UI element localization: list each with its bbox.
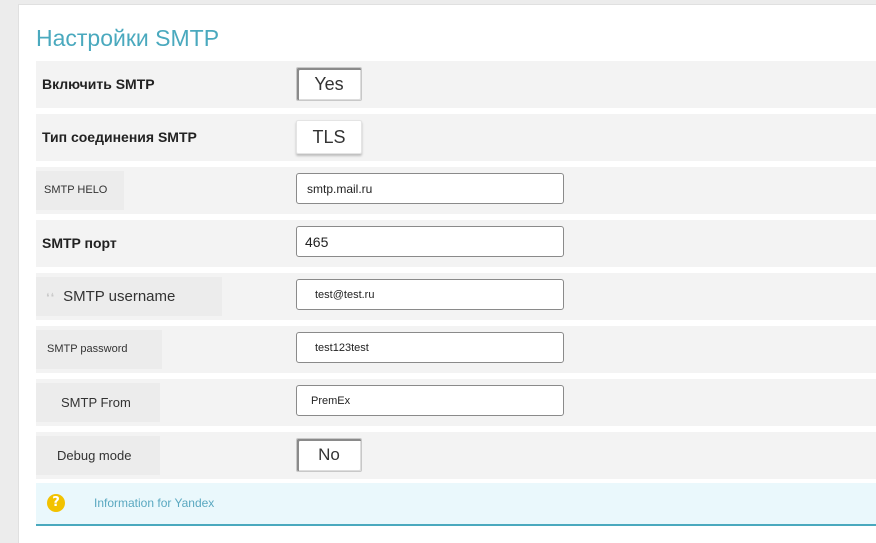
smtp-helo-input[interactable] [296, 173, 564, 204]
row-smtp-username: ❛❛ SMTP username [36, 273, 876, 320]
question-icon: ? [47, 494, 65, 512]
smtp-from-input[interactable] [296, 385, 564, 416]
smtp-password-label: SMTP password [47, 343, 128, 355]
row-smtp-port: SMTP порт [36, 220, 876, 267]
enable-smtp-toggle[interactable]: Yes [296, 67, 362, 101]
row-smtp-password: SMTP password [36, 326, 876, 373]
smtp-settings-panel: Настройки SMTP Включить SMTP Yes Тип сое… [18, 4, 876, 543]
smtp-port-label: SMTP порт [42, 235, 117, 251]
connection-type-label: Тип соединения SMTP [42, 129, 197, 145]
info-bar: ? Information for Yandex [36, 483, 876, 526]
debug-mode-label: Debug mode [57, 448, 132, 463]
page-title: Настройки SMTP [36, 25, 220, 51]
smtp-password-input[interactable] [296, 332, 564, 363]
smtp-helo-label: SMTP HELO [44, 184, 108, 196]
connection-type-select[interactable]: TLS [296, 120, 362, 154]
smtp-username-label: ❛❛ SMTP username [46, 273, 175, 320]
smtp-from-label: SMTP From [61, 395, 131, 410]
row-debug-mode: Debug mode No [36, 432, 876, 479]
info-link[interactable]: Information for Yandex [94, 483, 214, 524]
smtp-username-label-text: SMTP username [63, 288, 176, 305]
smtp-port-input[interactable] [296, 226, 564, 257]
row-smtp-from: SMTP From [36, 379, 876, 426]
row-enable-smtp: Включить SMTP Yes [36, 61, 876, 108]
quote-icon: ❛❛ [46, 292, 56, 304]
smtp-username-input[interactable] [296, 279, 564, 310]
row-smtp-helo: SMTP HELO [36, 167, 876, 214]
enable-smtp-label: Включить SMTP [42, 76, 155, 92]
row-connection-type: Тип соединения SMTP TLS [36, 114, 876, 161]
debug-mode-toggle[interactable]: No [296, 438, 362, 472]
